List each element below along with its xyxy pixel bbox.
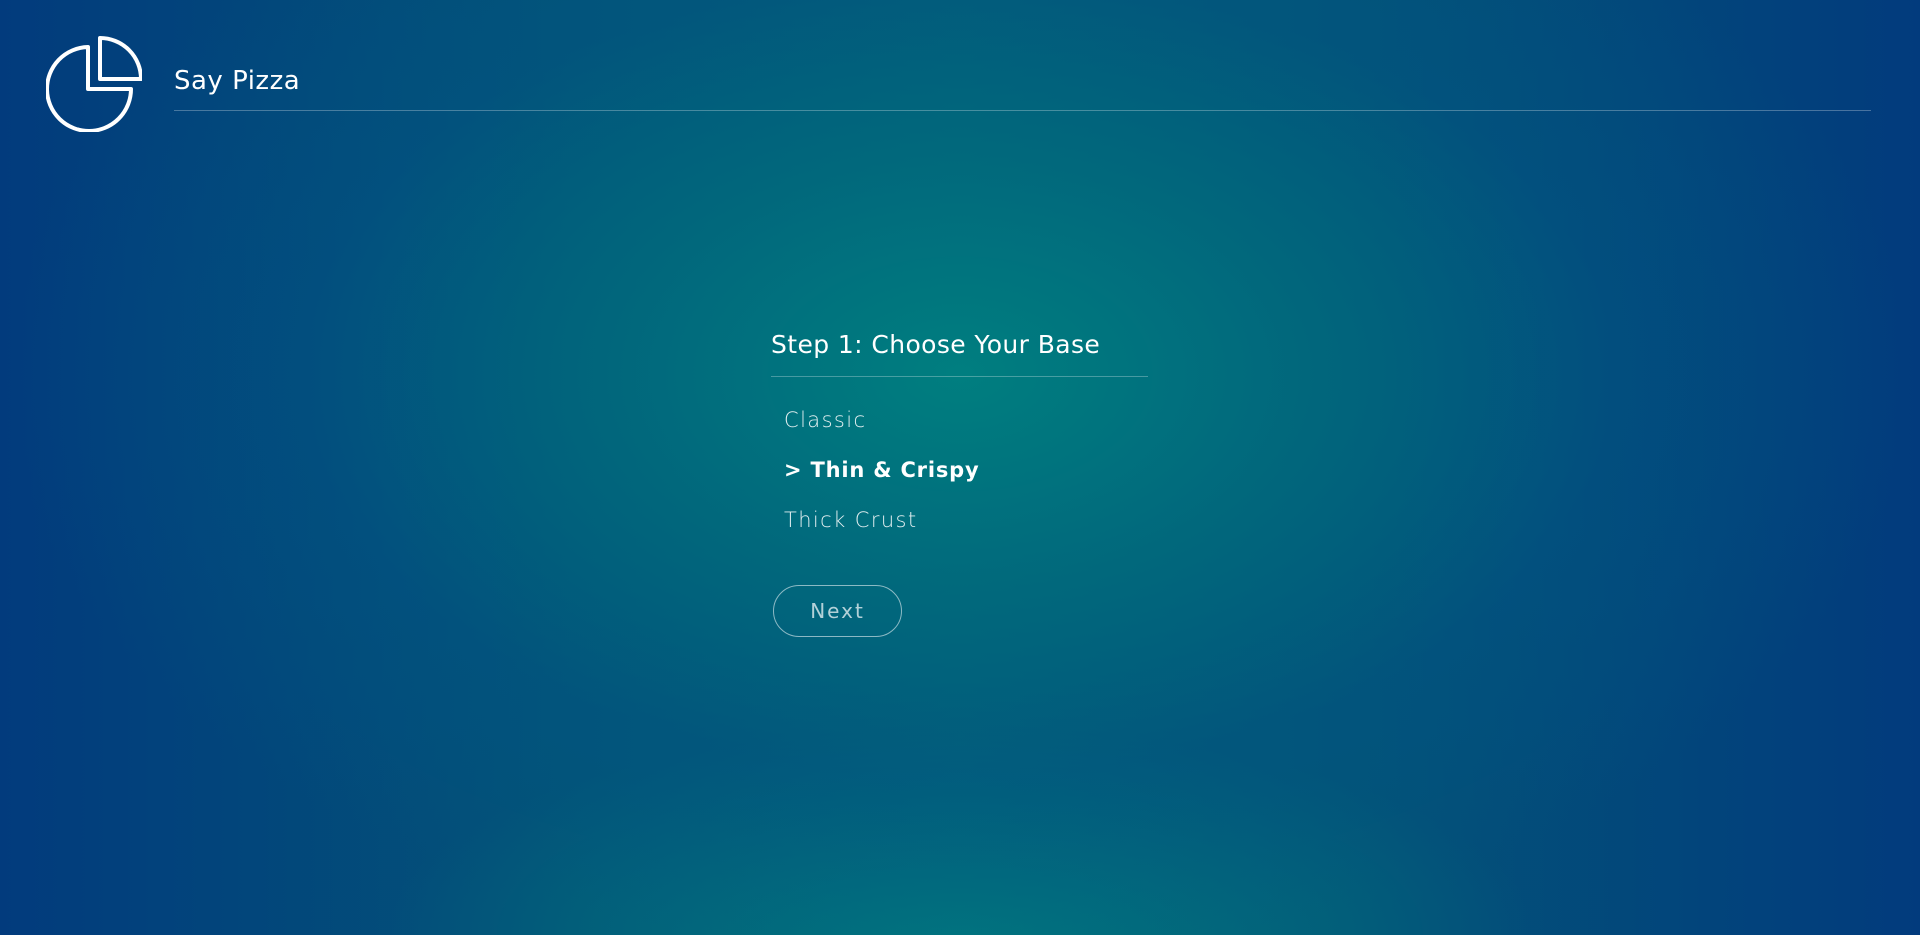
pie-chart-icon [45, 36, 143, 133]
base-options-list: Classic > Thin & Crispy Thick Crust [771, 395, 1149, 545]
app-title: Say Pizza [174, 66, 301, 96]
option-thin-crispy[interactable]: > Thin & Crispy [771, 445, 1149, 495]
next-button[interactable]: Next [773, 585, 902, 637]
step-panel: Step 1: Choose Your Base Classic > Thin … [771, 326, 1149, 545]
step-divider [771, 376, 1148, 377]
header-divider [174, 110, 1871, 111]
option-thick-crust[interactable]: Thick Crust [771, 495, 1149, 545]
step-title: Step 1: Choose Your Base [771, 330, 1101, 359]
option-classic[interactable]: Classic [771, 395, 1149, 445]
